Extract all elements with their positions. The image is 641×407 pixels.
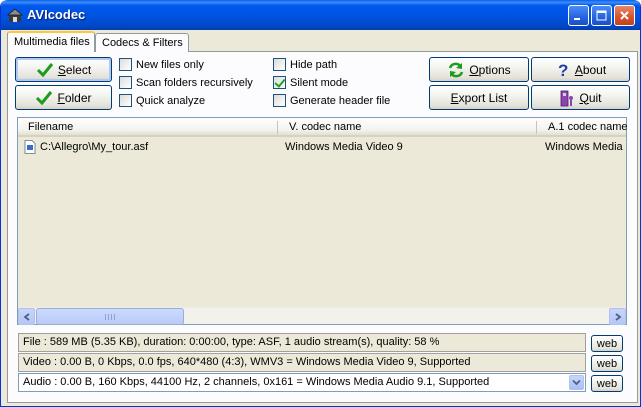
audio-stream-select[interactable]: Audio : 0.00 B, 160 Kbps, 44100 Hz, 2 ch…	[18, 373, 586, 392]
app-window: AVIcodec Multimedia files Codecs & Filte…	[0, 0, 641, 407]
export-list-button-label: Export List	[450, 90, 508, 105]
close-icon	[620, 11, 629, 20]
question-icon: ?	[558, 61, 568, 79]
audio-web-button[interactable]: web	[591, 375, 623, 392]
options-button[interactable]: Options	[429, 57, 529, 82]
green-check-icon	[36, 62, 53, 77]
checkbox-box-checked	[273, 76, 286, 89]
checkbox-label: Silent mode	[290, 76, 349, 89]
maximize-button[interactable]	[591, 5, 612, 26]
checkbox-label: Generate header file	[290, 94, 391, 107]
minimize-button[interactable]	[568, 5, 589, 26]
title-bar[interactable]: AVIcodec	[1, 0, 640, 30]
checkbox-box	[119, 76, 132, 89]
cell-audio-codec: Windows Media	[545, 141, 623, 153]
scroll-right-button[interactable]	[609, 308, 626, 325]
green-check-icon	[36, 90, 53, 105]
file-icon	[24, 140, 36, 154]
quit-button-label: Quit	[579, 90, 602, 105]
window-title: AVIcodec	[27, 7, 86, 22]
audio-info-text: Audio : 0.00 B, 160 Kbps, 44100 Hz, 2 ch…	[23, 376, 490, 388]
app-icon	[7, 8, 23, 22]
new-files-only-checkbox[interactable]: New files only	[119, 58, 204, 71]
cell-filename: C:\Allegro\My_tour.asf	[40, 141, 149, 153]
generate-header-file-checkbox[interactable]: Generate header file	[273, 94, 390, 107]
column-separator[interactable]	[536, 121, 537, 134]
hide-path-checkbox[interactable]: Hide path	[273, 58, 337, 71]
video-web-button[interactable]: web	[591, 355, 623, 372]
folder-button-label: Folder	[57, 90, 92, 105]
file-info-line: File : 589 MB (5.35 KB), duration: 0:00:…	[18, 333, 586, 352]
video-info-line: Video : 0.00 B, 0 Kbps, 0.0 fps, 640*480…	[18, 353, 586, 372]
checkbox-box	[273, 58, 286, 71]
web-button-label: web	[596, 337, 618, 350]
web-button-label: web	[596, 377, 618, 390]
chevron-left-icon	[23, 312, 30, 321]
quick-analyze-checkbox[interactable]: Quick analyze	[119, 94, 205, 107]
scan-folders-recursively-checkbox[interactable]: Scan folders recursively	[119, 76, 253, 89]
about-button[interactable]: ? About	[531, 57, 630, 82]
file-list-header: Filename V. codec name A.1 codec name	[18, 118, 628, 137]
column-header-video-codec[interactable]: V. codec name	[289, 121, 361, 133]
minimize-icon	[574, 18, 580, 20]
checkbox-box	[119, 94, 132, 107]
grip-icon	[105, 314, 115, 320]
checkbox-box	[119, 58, 132, 71]
chevron-down-icon	[572, 379, 581, 386]
silent-mode-checkbox[interactable]: Silent mode	[273, 76, 348, 89]
audio-dropdown-button[interactable]	[569, 375, 584, 390]
quit-button[interactable]: Quit	[531, 85, 630, 110]
horizontal-scrollbar[interactable]	[18, 307, 626, 325]
svg-text:?: ?	[558, 61, 568, 79]
tab-codecs-filters[interactable]: Codecs & Filters	[95, 33, 189, 52]
web-button-label: web	[596, 357, 618, 370]
table-row[interactable]: C:\Allegro\My_tour.asf Windows Media Vid…	[18, 139, 626, 155]
options-button-label: Options	[469, 62, 511, 77]
checkbox-label: Hide path	[290, 58, 338, 71]
quit-icon	[561, 90, 574, 106]
select-button[interactable]: Select	[15, 57, 112, 82]
export-list-button[interactable]: Export List	[429, 85, 529, 110]
checkbox-label: Quick analyze	[136, 94, 206, 107]
close-button[interactable]	[614, 5, 635, 26]
checkbox-label: New files only	[136, 58, 204, 71]
checkbox-label: Scan folders recursively	[136, 76, 253, 89]
folder-button[interactable]: Folder	[15, 85, 112, 110]
refresh-icon	[449, 62, 464, 77]
file-list[interactable]: Filename V. codec name A.1 codec name C:…	[17, 117, 628, 325]
checkbox-box	[273, 94, 286, 107]
column-header-filename[interactable]: Filename	[28, 121, 73, 133]
select-button-label: Select	[57, 62, 92, 77]
about-button-label: About	[574, 62, 607, 77]
chevron-right-icon	[614, 312, 621, 321]
cell-video-codec: Windows Media Video 9	[285, 141, 403, 153]
column-separator[interactable]	[277, 121, 278, 134]
column-header-audio-codec[interactable]: A.1 codec name	[548, 121, 628, 133]
maximize-icon	[596, 10, 607, 21]
tab-multimedia-files[interactable]: Multimedia files	[7, 31, 95, 52]
scrollbar-thumb[interactable]	[36, 308, 184, 325]
file-web-button[interactable]: web	[591, 335, 623, 352]
scroll-left-button[interactable]	[18, 308, 35, 325]
